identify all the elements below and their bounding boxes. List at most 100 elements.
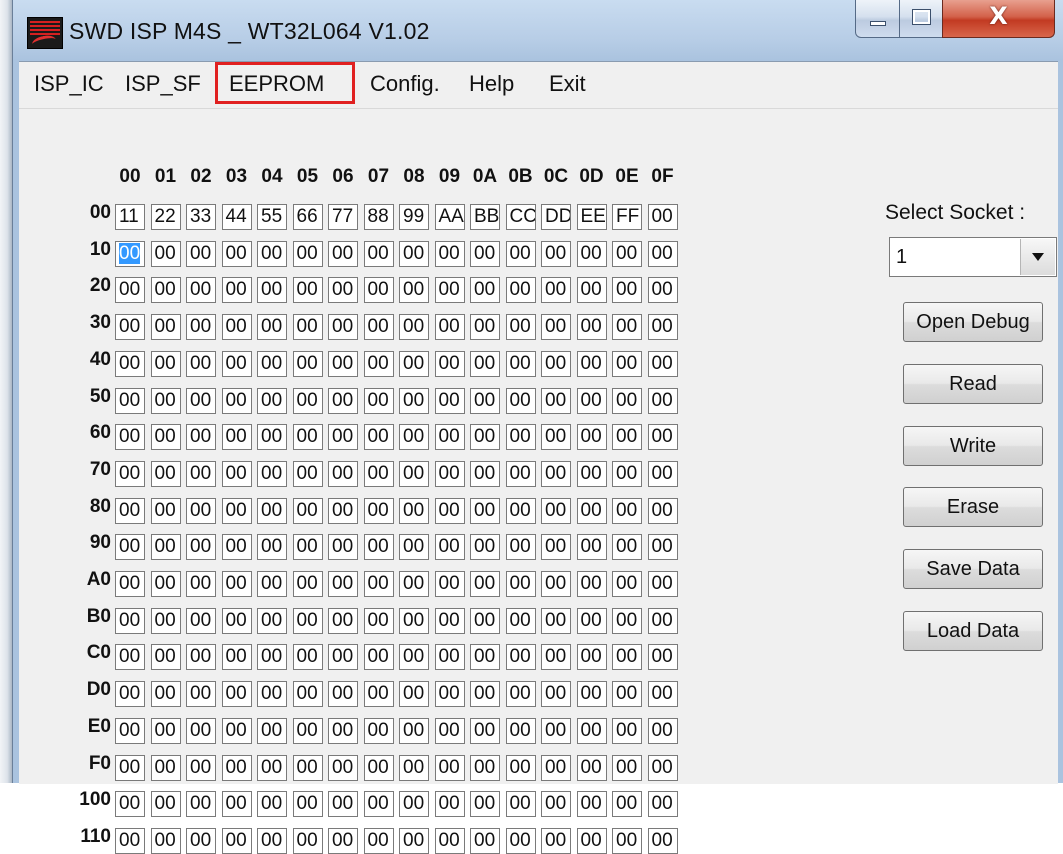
hex-cell[interactable]: 00 — [541, 497, 571, 524]
hex-cell[interactable]: 00 — [186, 571, 216, 597]
hex-cell[interactable]: 00 — [434, 644, 465, 671]
hex-cell[interactable]: 00 — [434, 350, 465, 377]
hex-cell[interactable]: 00 — [576, 681, 607, 708]
menu-help[interactable]: Help — [469, 71, 514, 97]
hex-cell[interactable]: 00 — [470, 314, 500, 341]
hex-cell[interactable]: 00 — [612, 607, 642, 634]
hex-cell[interactable]: 00 — [647, 204, 678, 230]
menu-isp-sf[interactable]: ISP_SF — [125, 71, 201, 97]
hex-cell[interactable]: 00 — [328, 277, 358, 304]
hex-cell[interactable]: 00 — [647, 277, 678, 304]
hex-cell[interactable]: 00 — [221, 314, 252, 341]
hex-cell[interactable]: 00 — [115, 424, 145, 451]
hex-cell[interactable]: 00 — [399, 644, 429, 671]
hex-cell[interactable]: 00 — [505, 387, 536, 414]
hex-cell[interactable]: 00 — [576, 754, 607, 781]
hex-cell[interactable]: 00 — [221, 497, 252, 524]
hex-cell[interactable]: 00 — [576, 791, 607, 818]
hex-cell[interactable]: 00 — [186, 240, 216, 267]
hex-cell[interactable]: 00 — [399, 717, 429, 744]
hex-cell[interactable]: 00 — [647, 497, 678, 524]
hex-cell[interactable]: 00 — [328, 387, 358, 414]
hex-cell[interactable]: 00 — [647, 534, 678, 561]
hex-cell[interactable]: 00 — [292, 240, 323, 267]
hex-cell[interactable]: 00 — [150, 534, 181, 561]
hex-cell[interactable]: 55 — [257, 204, 287, 230]
hex-cell[interactable]: 00 — [257, 644, 287, 671]
hex-cell[interactable]: 00 — [647, 681, 678, 708]
hex-cell[interactable]: 00 — [505, 350, 536, 377]
open-debug-button[interactable]: Open Debug — [903, 302, 1043, 342]
hex-cell[interactable]: 00 — [363, 607, 394, 634]
hex-cell[interactable]: 00 — [186, 460, 216, 487]
save-data-button[interactable]: Save Data — [903, 549, 1043, 589]
hex-cell[interactable]: 00 — [292, 754, 323, 781]
hex-cell[interactable]: 00 — [150, 497, 181, 524]
hex-cell[interactable]: 00 — [434, 607, 465, 634]
hex-cell[interactable]: 00 — [505, 607, 536, 634]
hex-cell[interactable]: 00 — [434, 387, 465, 414]
hex-cell[interactable]: 00 — [257, 497, 287, 524]
hex-cell[interactable]: 00 — [612, 460, 642, 487]
hex-cell[interactable]: 00 — [328, 314, 358, 341]
hex-cell[interactable]: 00 — [292, 314, 323, 341]
hex-cell[interactable]: 00 — [647, 387, 678, 414]
hex-cell[interactable]: 00 — [115, 387, 145, 414]
hex-cell[interactable]: 00 — [292, 717, 323, 744]
hex-cell[interactable]: 00 — [292, 571, 323, 597]
hex-cell[interactable]: 00 — [576, 277, 607, 304]
hex-cell[interactable]: 00 — [186, 754, 216, 781]
hex-cell[interactable]: 66 — [292, 204, 323, 230]
hex-cell[interactable]: 00 — [576, 460, 607, 487]
hex-cell[interactable]: 00 — [115, 314, 145, 341]
hex-cell[interactable]: 00 — [470, 240, 500, 267]
hex-cell[interactable]: 00 — [257, 681, 287, 708]
hex-cell[interactable]: 00 — [221, 607, 252, 634]
hex-cell[interactable]: FF — [612, 204, 642, 230]
hex-cell[interactable]: 88 — [363, 204, 394, 230]
hex-cell[interactable]: 00 — [470, 460, 500, 487]
hex-cell[interactable]: 00 — [399, 240, 429, 267]
socket-select[interactable]: 1 — [889, 237, 1057, 277]
hex-cell[interactable]: 00 — [434, 571, 465, 597]
hex-cell[interactable]: 00 — [434, 534, 465, 561]
hex-cell[interactable]: 00 — [612, 681, 642, 708]
hex-cell[interactable]: 00 — [221, 754, 252, 781]
hex-cell[interactable]: 11 — [115, 204, 145, 230]
hex-cell[interactable]: 00 — [541, 350, 571, 377]
hex-cell[interactable]: 00 — [470, 571, 500, 597]
hex-cell[interactable]: 00 — [612, 277, 642, 304]
hex-cell[interactable]: 00 — [647, 644, 678, 671]
hex-cell[interactable]: 00 — [647, 424, 678, 451]
hex-cell[interactable]: 00 — [186, 644, 216, 671]
hex-cell[interactable]: 00 — [434, 460, 465, 487]
close-button[interactable]: X — [942, 0, 1055, 38]
hex-cell[interactable]: 00 — [292, 534, 323, 561]
hex-cell[interactable]: 00 — [221, 387, 252, 414]
hex-cell[interactable]: 00 — [399, 827, 429, 854]
hex-cell[interactable]: 00 — [505, 534, 536, 561]
hex-cell[interactable]: DD — [541, 204, 571, 230]
hex-cell[interactable]: 00 — [115, 460, 145, 487]
hex-cell[interactable]: 00 — [576, 571, 607, 597]
hex-cell[interactable]: 00 — [470, 644, 500, 671]
hex-cell[interactable]: 00 — [221, 534, 252, 561]
hex-cell[interactable]: 00 — [257, 754, 287, 781]
hex-cell[interactable]: 00 — [115, 571, 145, 597]
read-button[interactable]: Read — [903, 364, 1043, 404]
hex-cell[interactable]: 00 — [186, 607, 216, 634]
hex-cell[interactable]: 00 — [612, 314, 642, 341]
hex-cell[interactable]: 00 — [576, 827, 607, 854]
hex-cell[interactable]: 00 — [328, 240, 358, 267]
hex-cell[interactable]: 00 — [115, 350, 145, 377]
hex-cell[interactable]: 00 — [257, 534, 287, 561]
hex-cell[interactable]: 00 — [150, 827, 181, 854]
hex-cell[interactable]: 00 — [434, 791, 465, 818]
hex-cell[interactable]: 00 — [292, 387, 323, 414]
socket-dropdown-button[interactable] — [1020, 239, 1055, 275]
hex-cell[interactable]: 00 — [541, 827, 571, 854]
hex-cell[interactable]: 00 — [434, 240, 465, 267]
hex-cell[interactable]: 00 — [576, 497, 607, 524]
hex-cell[interactable]: 00 — [541, 681, 571, 708]
hex-cell[interactable]: 00 — [576, 534, 607, 561]
